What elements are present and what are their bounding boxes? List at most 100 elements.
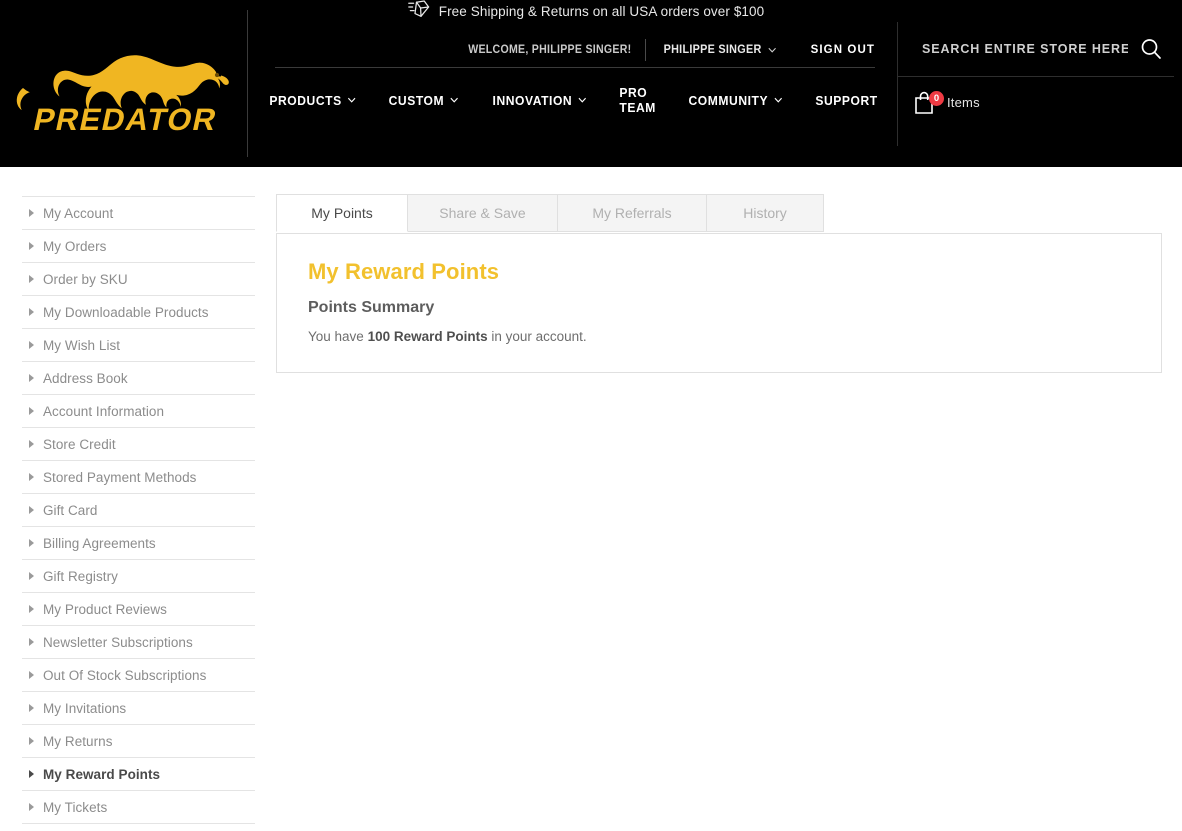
tab-history[interactable]: History	[707, 194, 824, 232]
chevron-down-icon	[769, 47, 777, 53]
search-input[interactable]	[897, 42, 1128, 56]
caret-right-icon	[29, 341, 34, 349]
sidebar-item-account-information[interactable]: Account Information	[22, 395, 255, 428]
svg-text:PREDATOR: PREDATOR	[30, 102, 220, 136]
sidebar-item-my-invitations[interactable]: My Invitations	[22, 692, 255, 725]
sidebar-item-my-reward-points[interactable]: My Reward Points	[22, 758, 255, 791]
sidebar-item-label: Out Of Stock Subscriptions	[43, 667, 207, 683]
cart-button[interactable]: 0 Items	[913, 84, 980, 120]
sidebar-item-my-product-reviews[interactable]: My Product Reviews	[22, 593, 255, 626]
caret-right-icon	[29, 308, 34, 316]
main-navigation: PRODUCTS CUSTOM INNOVATION PRO TEAM COMM…	[269, 85, 878, 115]
tab-share-save[interactable]: Share & Save	[408, 194, 558, 232]
chevron-down-icon	[774, 97, 782, 103]
sidebar-item-my-returns[interactable]: My Returns	[22, 725, 255, 758]
nav-label: PRODUCTS	[268, 92, 342, 108]
site-header: Free Shipping & Returns on all USA order…	[0, 0, 1182, 167]
sidebar-item-label: My Reward Points	[43, 766, 161, 782]
caret-right-icon	[29, 506, 34, 514]
sidebar-item-billing-agreements[interactable]: Billing Agreements	[22, 527, 255, 560]
sidebar-item-label: My Account	[43, 205, 114, 221]
sidebar-item-my-orders[interactable]: My Orders	[22, 230, 255, 263]
account-menu-button[interactable]: PHILIPPE SINGER	[664, 44, 777, 56]
fast-shipping-box-icon	[407, 0, 430, 23]
sidebar-item-label: Gift Registry	[43, 568, 118, 584]
points-summary-heading: Points Summary	[308, 299, 435, 316]
summary-points-value: 100 Reward Points	[367, 329, 488, 344]
tab-label: History	[743, 205, 787, 221]
caret-right-icon	[29, 440, 34, 448]
nav-item-community[interactable]: COMMUNITY	[675, 93, 795, 108]
nav-item-custom[interactable]: CUSTOM	[376, 93, 472, 108]
sidebar-item-my-wish-list[interactable]: My Wish List	[22, 329, 255, 362]
caret-right-icon	[29, 473, 34, 481]
sidebar-item-order-by-sku[interactable]: Order by SKU	[22, 263, 255, 296]
cart-icon-container: 0	[913, 89, 944, 115]
shipping-banner-text: Free Shipping & Returns on all USA order…	[438, 3, 765, 19]
nav-label: CUSTOM	[388, 92, 445, 108]
sidebar-item-label: My Invitations	[43, 700, 127, 716]
account-bar-underline	[275, 67, 875, 68]
sidebar-item-label: Address Book	[43, 370, 128, 386]
sign-out-link[interactable]: SIGN OUT	[811, 44, 875, 56]
points-summary-text: You have 100 Reward Points in your accou…	[308, 329, 587, 344]
account-bar-separator	[645, 39, 647, 61]
chevron-down-icon	[450, 97, 458, 103]
account-sidebar: My Account My Orders Order by SKU My Downlo…	[22, 196, 255, 824]
sidebar-item-my-tickets[interactable]: My Tickets	[22, 791, 255, 824]
sidebar-item-my-downloadable-products[interactable]: My Downloadable Products	[22, 296, 255, 329]
nav-item-pro-team[interactable]: PRO TEAM	[606, 85, 669, 115]
tab-my-referrals[interactable]: My Referrals	[558, 194, 707, 232]
sidebar-item-address-book[interactable]: Address Book	[22, 362, 255, 395]
sidebar-item-label: My Orders	[43, 238, 107, 254]
summary-prefix: You have	[308, 329, 368, 344]
caret-right-icon	[29, 803, 34, 811]
caret-right-icon	[29, 704, 34, 712]
site-logo[interactable]: PREDATOR	[0, 0, 247, 167]
page-body: My Account My Orders Order by SKU My Downlo…	[0, 167, 1182, 831]
sidebar-item-store-credit[interactable]: Store Credit	[22, 428, 255, 461]
caret-right-icon	[29, 638, 34, 646]
caret-right-icon	[29, 275, 34, 283]
caret-right-icon	[29, 605, 34, 613]
header-divider	[247, 10, 248, 157]
reward-points-panel: My Reward Points Points Summary You have…	[276, 233, 1162, 373]
search-icon	[1141, 39, 1161, 59]
caret-right-icon	[29, 737, 34, 745]
nav-label: COMMUNITY	[688, 92, 768, 108]
sidebar-item-label: Order by SKU	[43, 271, 128, 287]
sidebar-item-label: My Product Reviews	[43, 601, 167, 617]
sidebar-item-label: Newsletter Subscriptions	[43, 634, 193, 650]
sidebar-item-label: My Wish List	[43, 337, 121, 353]
caret-right-icon	[29, 242, 34, 250]
caret-right-icon	[29, 407, 34, 415]
tab-label: My Points	[311, 205, 373, 221]
sidebar-item-label: My Returns	[43, 733, 113, 749]
caret-right-icon	[29, 671, 34, 679]
search-cart-divider	[897, 76, 1174, 77]
sidebar-item-label: Store Credit	[43, 436, 116, 452]
sidebar-item-gift-registry[interactable]: Gift Registry	[22, 560, 255, 593]
reward-tabs: My Points Share & Save My Referrals History	[276, 194, 824, 232]
sidebar-item-stored-payment-methods[interactable]: Stored Payment Methods	[22, 461, 255, 494]
search-button[interactable]	[1128, 26, 1174, 72]
sidebar-item-my-account[interactable]: My Account	[22, 197, 255, 230]
nav-item-innovation[interactable]: INNOVATION	[479, 93, 599, 108]
sidebar-item-label: Account Information	[43, 403, 165, 419]
tab-label: My Referrals	[592, 205, 672, 221]
sidebar-item-out-of-stock-subscriptions[interactable]: Out Of Stock Subscriptions	[22, 659, 255, 692]
sidebar-item-label: My Tickets	[43, 799, 108, 815]
caret-right-icon	[29, 770, 34, 778]
page-title: My Reward Points	[308, 259, 500, 284]
caret-right-icon	[29, 572, 34, 580]
sidebar-item-gift-card[interactable]: Gift Card	[22, 494, 255, 527]
panther-logo-icon: PREDATOR	[16, 55, 229, 136]
caret-right-icon	[29, 539, 34, 547]
nav-label: SUPPORT	[815, 92, 879, 108]
nav-item-products[interactable]: PRODUCTS	[260, 93, 369, 108]
tab-my-points[interactable]: My Points	[276, 194, 408, 232]
nav-label: INNOVATION	[492, 92, 573, 108]
cart-count-badge: 0	[929, 91, 944, 106]
nav-item-support[interactable]: SUPPORT	[803, 93, 891, 108]
sidebar-item-newsletter-subscriptions[interactable]: Newsletter Subscriptions	[22, 626, 255, 659]
